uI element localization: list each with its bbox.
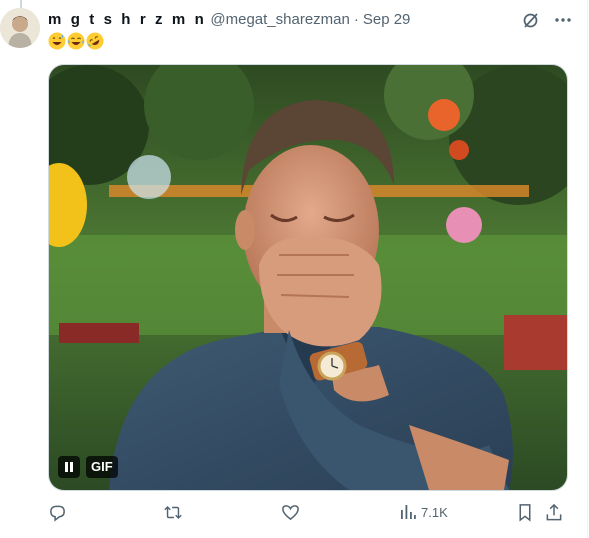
tweet-date[interactable]: Sep 29 [363, 11, 411, 28]
joy-emoji-icon [67, 32, 85, 50]
retweet-button[interactable] [163, 501, 183, 523]
display-name[interactable]: m g t s h r z m n [48, 11, 206, 28]
reply-button[interactable] [48, 501, 67, 523]
like-button[interactable] [281, 501, 300, 523]
gif-controls: GIF [58, 456, 118, 478]
separator-dot: · [353, 10, 359, 28]
tweet-actions: 7.1K [48, 501, 568, 523]
views-icon [401, 505, 416, 519]
more-icon[interactable] [553, 10, 573, 30]
share-button[interactable] [545, 501, 563, 523]
retweet-icon [164, 505, 182, 519]
timeline-divider [587, 0, 588, 538]
like-icon [282, 504, 299, 520]
views-button[interactable]: 7.1K [399, 501, 448, 523]
avatar-image [0, 8, 40, 48]
rofl-emoji-icon [86, 32, 104, 50]
sweat-smile-emoji-icon [48, 32, 66, 50]
reply-icon [50, 505, 65, 522]
grok-icon[interactable] [521, 10, 541, 30]
gif-badge: GIF [86, 456, 118, 478]
tweet-top-actions [521, 10, 573, 30]
thread-connector [20, 0, 22, 8]
bookmark-button[interactable] [517, 501, 533, 523]
tweet-header: m g t s h r z m n @megat_sharezman · Sep… [48, 9, 410, 29]
user-handle[interactable]: @megat_sharezman [210, 11, 349, 28]
pause-icon[interactable] [58, 456, 80, 478]
tweet-media-gif[interactable] [48, 64, 568, 491]
laughing-man-gif [49, 65, 567, 490]
tweet-text [48, 32, 104, 52]
bookmark-icon [519, 503, 531, 522]
views-count: 7.1K [421, 504, 448, 520]
share-icon [546, 503, 562, 520]
avatar[interactable] [0, 8, 40, 48]
